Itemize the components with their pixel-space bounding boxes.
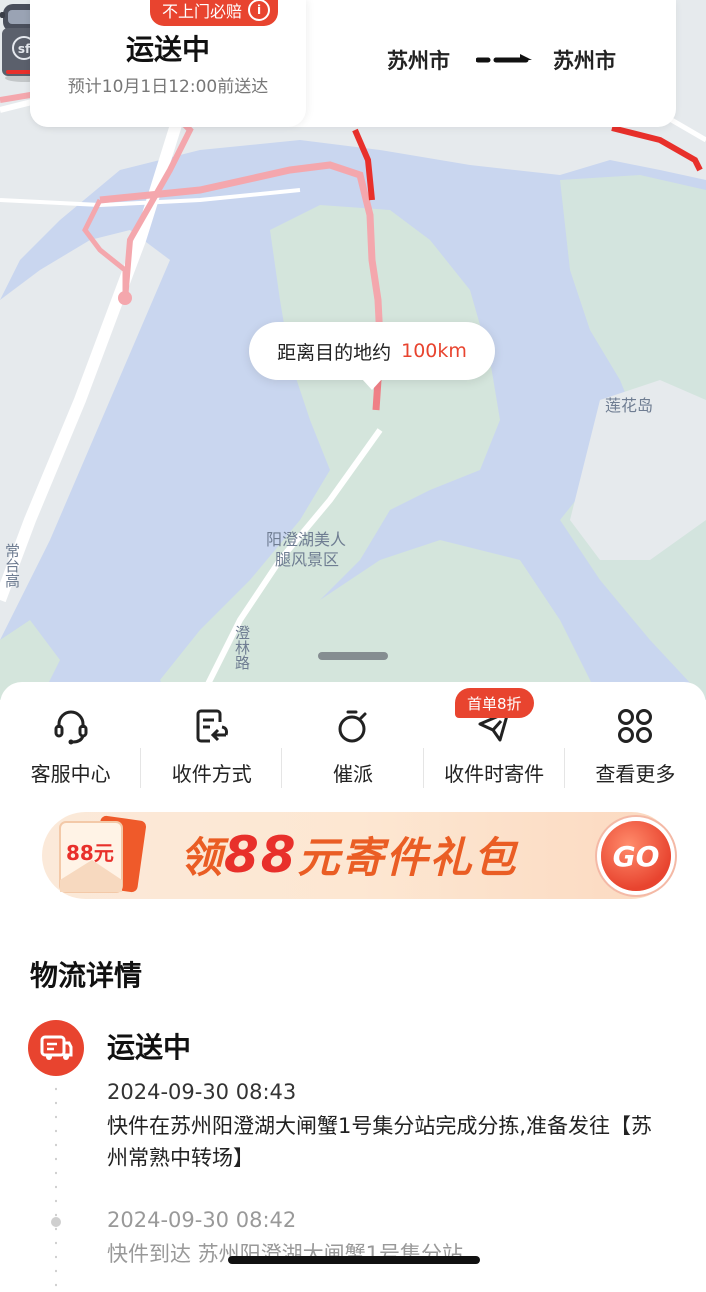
status-block: 不上门必赔 i 运送中 预计10月1日12:00前送达 (30, 0, 306, 127)
event-description: 快件到达 苏州阳澄湖大闸蟹1号集分站 (107, 1242, 464, 1266)
action-bar: 客服中心 收件方式 催派 收件时寄件 查看更多 首单8折 (0, 688, 706, 790)
banner-text: 领88元寄件礼包 (180, 824, 518, 885)
stopwatch-icon (338, 710, 367, 743)
guarantee-badge[interactable]: 不上门必赔 i (150, 0, 279, 26)
action-label: 查看更多 (595, 762, 676, 786)
action-label: 催派 (332, 762, 373, 786)
banner-suffix: 元寄件礼包 (297, 833, 518, 882)
event-description: 快件在苏州阳澄湖大闸蟹1号集分站完成分拣,准备发往【苏州常熟中转场】 (107, 1114, 653, 1170)
route-from-city: 苏州市 (387, 49, 450, 73)
action-receive-method[interactable]: 收件方式 (141, 700, 283, 790)
map-label-scenic-1: 阳澄湖美人 (266, 530, 347, 549)
red-envelope-icon: 88元 (59, 815, 147, 893)
distance-label: 距离目的地约 (277, 341, 392, 364)
sheet-drag-handle[interactable] (318, 652, 388, 660)
grid-more-icon (618, 709, 653, 743)
action-customer-service[interactable]: 客服中心 (0, 700, 142, 790)
info-icon[interactable]: i (248, 0, 271, 21)
map-label-road-bottom: 澄林路 (233, 625, 251, 670)
logistics-title: 物流详情 (30, 959, 143, 992)
banner-amount: 88 (224, 826, 298, 884)
map-label-island: 莲花岛 (605, 396, 654, 415)
envelope-amount: 88元 (66, 841, 114, 865)
route-to-city: 苏州市 (553, 49, 616, 73)
delivery-truck-icon (28, 1020, 84, 1076)
distance-value: 100km (401, 340, 467, 362)
map-label-road-left: 常台高 (3, 543, 21, 588)
map-label-scenic-2: 腿风景区 (275, 550, 340, 569)
distance-bubble: 距离目的地约 100km (249, 322, 495, 390)
eta-text: 预计10月1日12:00前送达 (67, 77, 269, 97)
route-arrow-icon (476, 54, 532, 63)
event-time: 2024-09-30 08:42 (107, 1208, 297, 1232)
timeline-current-status: 运送中 (107, 1031, 192, 1064)
first-order-discount-badge: 首单8折 (455, 688, 534, 718)
go-button[interactable]: GO (601, 821, 671, 891)
banner-prefix: 领 (180, 833, 225, 882)
event-time: 2024-09-30 08:43 (107, 1080, 297, 1104)
status-title: 运送中 (125, 33, 210, 66)
timeline-line (55, 1082, 57, 1292)
action-label: 客服中心 (30, 762, 111, 786)
action-more[interactable]: 查看更多 (565, 700, 706, 790)
timeline-node (51, 1217, 61, 1227)
svg-text:sf: sf (18, 42, 31, 56)
gift-pack-banner[interactable]: 88元 领88元寄件礼包 GO (42, 812, 675, 899)
home-indicator (228, 1256, 480, 1264)
headset-icon (54, 710, 88, 745)
receive-method-icon (196, 709, 228, 743)
bottom-sheet: 客服中心 收件方式 催派 收件时寄件 查看更多 首单8折 88元 领88元寄件礼… (0, 682, 706, 1292)
action-urge-delivery[interactable]: 催派 (282, 700, 424, 790)
guarantee-text: 不上门必赔 (162, 2, 243, 21)
action-label: 收件方式 (171, 762, 252, 786)
action-label: 收件时寄件 (444, 762, 545, 786)
